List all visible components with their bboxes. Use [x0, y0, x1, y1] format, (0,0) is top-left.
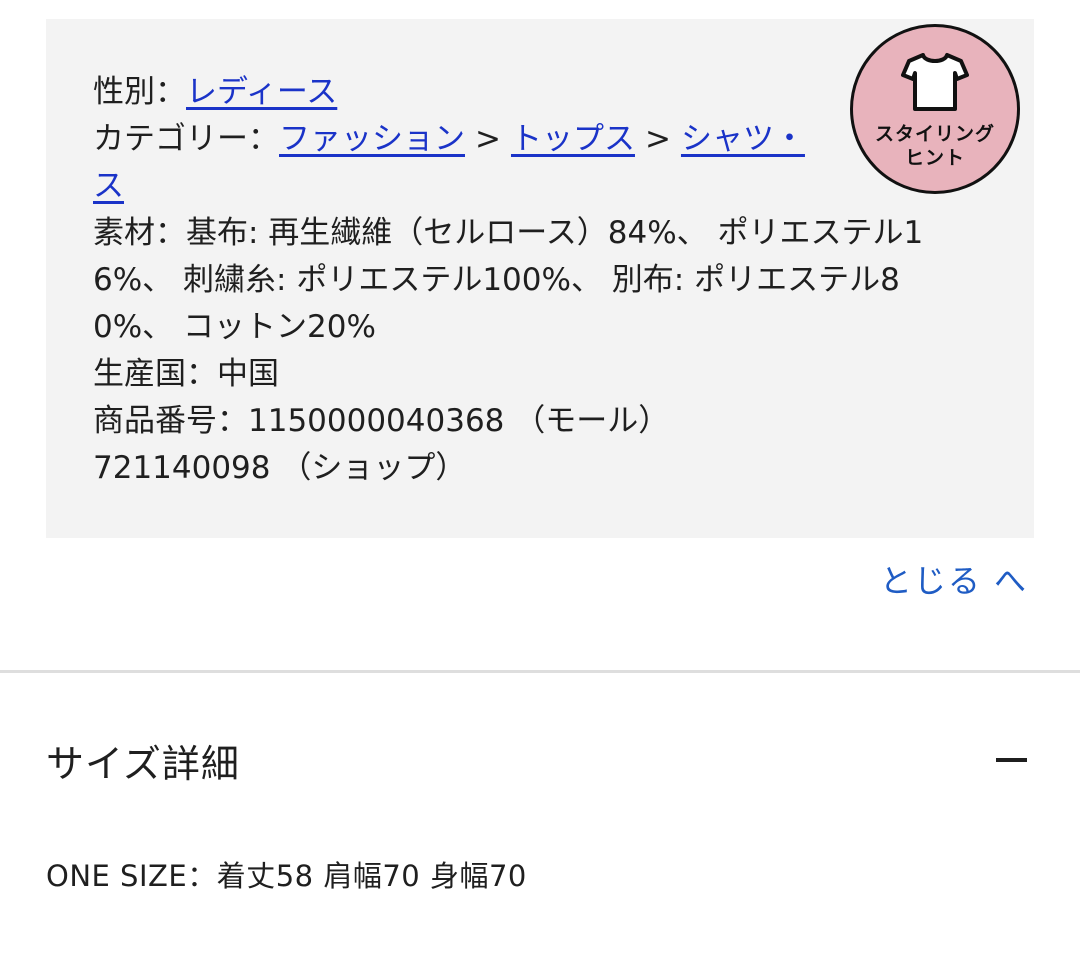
- category-row: カテゴリー：ファッション > トップス > シャツ・: [93, 116, 973, 163]
- size-section-title: サイズ詳細: [46, 742, 240, 786]
- product-number-line-1: 商品番号：1150000040368 （モール）: [93, 403, 670, 439]
- close-button[interactable]: とじる へ: [880, 556, 1028, 602]
- category-link-tops[interactable]: トップス: [511, 121, 635, 157]
- breadcrumb-separator: >: [644, 121, 671, 157]
- gender-row: 性別：レディース: [93, 69, 973, 116]
- material-line-2: 6%、 刺繍糸: ポリエステル100%、 別布: ポリエステル8: [93, 262, 900, 298]
- section-divider: [0, 670, 1080, 673]
- styling-hint-badge[interactable]: スタイリング ヒント: [850, 24, 1020, 194]
- gender-label: 性別：: [93, 74, 186, 110]
- gender-link[interactable]: レディース: [186, 74, 337, 110]
- category-link-shirts[interactable]: シャツ・: [681, 121, 805, 157]
- category-row-continued: ス: [93, 163, 973, 210]
- size-detail-line: ONE SIZE：着丈58 肩幅70 身幅70: [46, 859, 527, 893]
- badge-label-line-2: ヒント: [904, 147, 965, 169]
- product-number-line-2: 721140098 （ショップ）: [93, 450, 467, 486]
- minus-icon[interactable]: [996, 758, 1027, 762]
- product-details-text: 性別：レディース カテゴリー：ファッション > トップス > シャツ・ ス 素材：基布:…: [93, 69, 973, 492]
- material-line-1: 素材：基布: 再生繊維（セルロース）84%、 ポリエステル1: [93, 215, 924, 251]
- category-link-fashion[interactable]: ファッション: [279, 121, 465, 157]
- badge-label: スタイリング ヒント: [853, 122, 1017, 170]
- category-link-shirts-continued[interactable]: ス: [93, 168, 124, 204]
- origin-line: 生産国：中国: [93, 356, 279, 392]
- category-label: カテゴリー：: [93, 121, 279, 157]
- breadcrumb-separator: >: [475, 121, 501, 157]
- material-line-3: 0%、 コットン20%: [93, 309, 376, 345]
- badge-label-line-1: スタイリング: [874, 123, 995, 145]
